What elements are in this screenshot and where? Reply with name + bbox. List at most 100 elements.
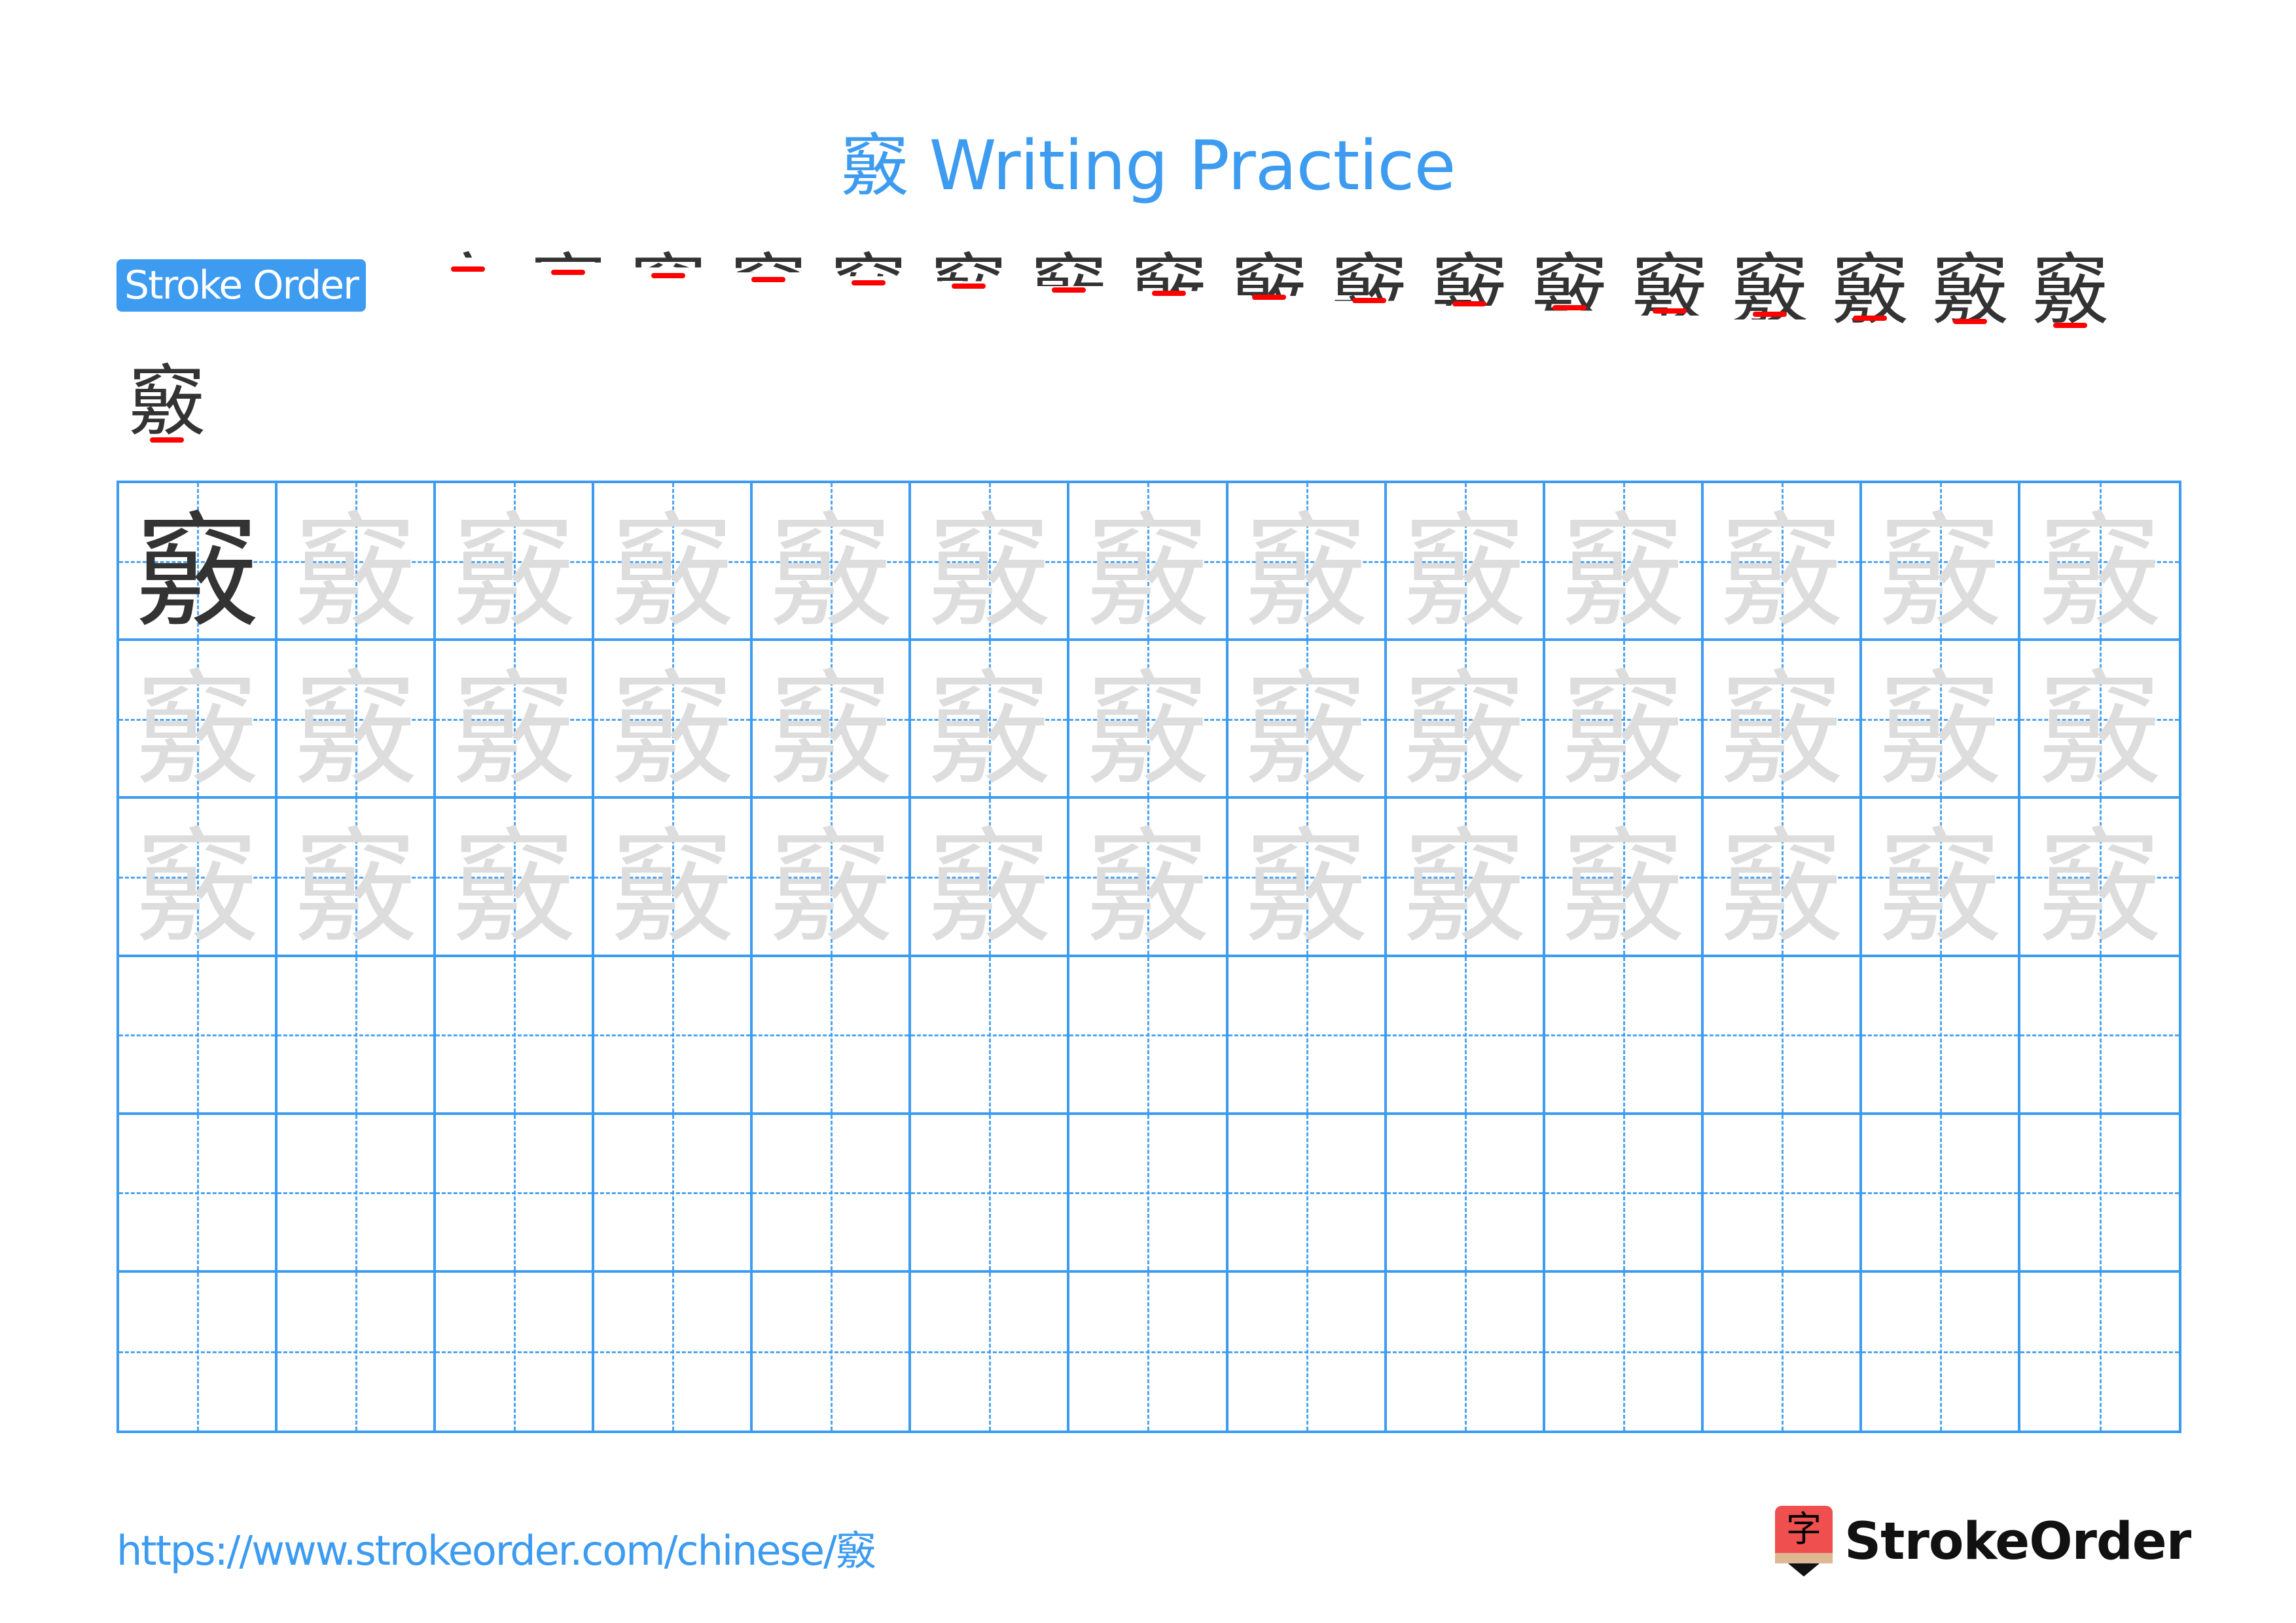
- grid-cell[interactable]: [1228, 957, 1387, 1115]
- grid-cell[interactable]: 竅: [594, 799, 753, 960]
- grid-cell[interactable]: [1861, 1272, 2020, 1431]
- grid-cell[interactable]: [1228, 1272, 1387, 1431]
- grid-cell[interactable]: [1861, 957, 2020, 1115]
- trace-character: 竅: [1085, 657, 1210, 803]
- grid-cell[interactable]: 竅: [278, 799, 437, 960]
- current-stroke-marker: [150, 437, 184, 443]
- grid-cell[interactable]: [594, 1114, 753, 1273]
- grid-cell[interactable]: [278, 1272, 437, 1431]
- grid-cell[interactable]: 竅: [1069, 483, 1229, 644]
- grid-cell[interactable]: 竅: [1861, 641, 2020, 802]
- grid-cell[interactable]: 竅: [1386, 799, 1545, 960]
- grid-cell[interactable]: 竅: [2020, 799, 2179, 960]
- trace-character: 竅: [768, 657, 893, 803]
- grid-cell[interactable]: [2020, 1272, 2179, 1431]
- grid-cell[interactable]: 竅: [1069, 799, 1229, 960]
- grid-cell[interactable]: [1228, 1114, 1387, 1273]
- grid-cell[interactable]: [1545, 1114, 1704, 1273]
- trace-character: 竅: [452, 657, 577, 803]
- grid-cell[interactable]: 竅: [436, 799, 595, 960]
- trace-character: 竅: [927, 815, 1052, 960]
- partial-glyph: 竅: [1530, 245, 1608, 335]
- grid-cell[interactable]: [436, 1272, 595, 1431]
- grid-cell[interactable]: [278, 957, 437, 1115]
- grid-cell[interactable]: [753, 1272, 912, 1431]
- grid-cell[interactable]: [1386, 1114, 1545, 1273]
- grid-cell[interactable]: [594, 1272, 753, 1431]
- current-stroke-marker: [651, 273, 685, 278]
- current-stroke-marker: [1452, 301, 1486, 306]
- grid-cell[interactable]: 竅: [911, 799, 1070, 960]
- partial-glyph: 竅: [1731, 245, 1808, 335]
- grid-cell[interactable]: [436, 1114, 595, 1273]
- grid-cell[interactable]: 竅: [119, 799, 278, 960]
- grid-cell[interactable]: 竅: [1386, 483, 1545, 644]
- grid-cell[interactable]: 竅: [1228, 641, 1387, 802]
- grid-cell[interactable]: 竅: [1545, 483, 1704, 644]
- grid-cell[interactable]: [1861, 1114, 2020, 1273]
- grid-cell[interactable]: 竅: [119, 641, 278, 802]
- grid-cell[interactable]: [1703, 1114, 1862, 1273]
- grid-cell[interactable]: [1069, 1272, 1229, 1431]
- grid-cell[interactable]: [1703, 1272, 1862, 1431]
- trace-character: 竅: [1560, 657, 1685, 803]
- trace-character: 竅: [768, 500, 893, 645]
- grid-cell[interactable]: 竅: [2020, 483, 2179, 644]
- grid-cell[interactable]: [1069, 1114, 1229, 1273]
- grid-cell[interactable]: 竅: [753, 641, 912, 803]
- grid-cell[interactable]: [1386, 957, 1545, 1115]
- grid-cell[interactable]: 竅: [594, 483, 753, 644]
- grid-cell[interactable]: [2020, 1114, 2179, 1273]
- current-stroke-marker: [1352, 298, 1386, 303]
- grid-cell[interactable]: [753, 1114, 912, 1273]
- grid-cell[interactable]: [119, 1114, 278, 1273]
- grid-cell[interactable]: 竅: [911, 641, 1070, 802]
- grid-cell[interactable]: [278, 1114, 437, 1273]
- grid-cell[interactable]: 竅: [436, 641, 595, 803]
- grid-cell[interactable]: 竅: [119, 483, 278, 644]
- grid-cell[interactable]: 竅: [753, 799, 912, 960]
- footer-url-link[interactable]: https://www.strokeorder.com/chinese/竅: [117, 1518, 876, 1577]
- grid-cell[interactable]: 竅: [1703, 799, 1862, 960]
- grid-cell[interactable]: [594, 957, 753, 1115]
- grid-cell[interactable]: 竅: [278, 641, 437, 803]
- grid-cell[interactable]: [1703, 957, 1862, 1115]
- grid-cell[interactable]: [436, 957, 595, 1115]
- grid-cell[interactable]: [911, 1272, 1070, 1431]
- grid-cell[interactable]: 竅: [1386, 641, 1545, 802]
- trace-character: 竅: [1085, 815, 1210, 960]
- grid-cell[interactable]: 竅: [1861, 483, 2020, 644]
- grid-cell[interactable]: 竅: [436, 483, 595, 644]
- stroke-frame-18: 竅: [124, 352, 209, 450]
- grid-cell[interactable]: [119, 1272, 278, 1431]
- trace-character: 竅: [135, 815, 260, 960]
- grid-cell[interactable]: [1386, 1272, 1545, 1431]
- grid-cell[interactable]: [2020, 957, 2179, 1115]
- grid-cell[interactable]: 竅: [1069, 641, 1229, 803]
- grid-cell[interactable]: [119, 957, 278, 1115]
- grid-cell[interactable]: [1545, 957, 1704, 1115]
- grid-cell[interactable]: 竅: [1228, 483, 1387, 644]
- grid-cell[interactable]: 竅: [278, 483, 437, 644]
- grid-cell[interactable]: 竅: [2020, 641, 2179, 802]
- current-stroke-marker: [1753, 312, 1787, 317]
- grid-cell[interactable]: [1069, 957, 1229, 1115]
- grid-cell[interactable]: 竅: [1228, 799, 1387, 960]
- grid-cell[interactable]: 竅: [753, 483, 912, 645]
- grid-cell[interactable]: 竅: [1703, 483, 1862, 645]
- grid-cell[interactable]: [1545, 1272, 1704, 1431]
- grid-cell[interactable]: [753, 957, 912, 1115]
- grid-cell[interactable]: 竅: [1545, 641, 1704, 803]
- grid-cell[interactable]: 竅: [1545, 799, 1704, 960]
- trace-character: 竅: [293, 657, 418, 803]
- grid-cell[interactable]: 竅: [911, 483, 1070, 644]
- partial-glyph: 竅: [829, 245, 907, 335]
- grid-cell[interactable]: 竅: [1703, 641, 1862, 802]
- grid-cell[interactable]: [911, 957, 1070, 1115]
- trace-character: 竅: [1719, 500, 1844, 645]
- grid-cell[interactable]: 竅: [594, 641, 753, 802]
- grid-cell[interactable]: [911, 1114, 1070, 1273]
- grid-cell[interactable]: 竅: [1861, 799, 2020, 960]
- partial-glyph: 竅: [1330, 245, 1408, 335]
- trace-character: 竅: [2037, 815, 2162, 960]
